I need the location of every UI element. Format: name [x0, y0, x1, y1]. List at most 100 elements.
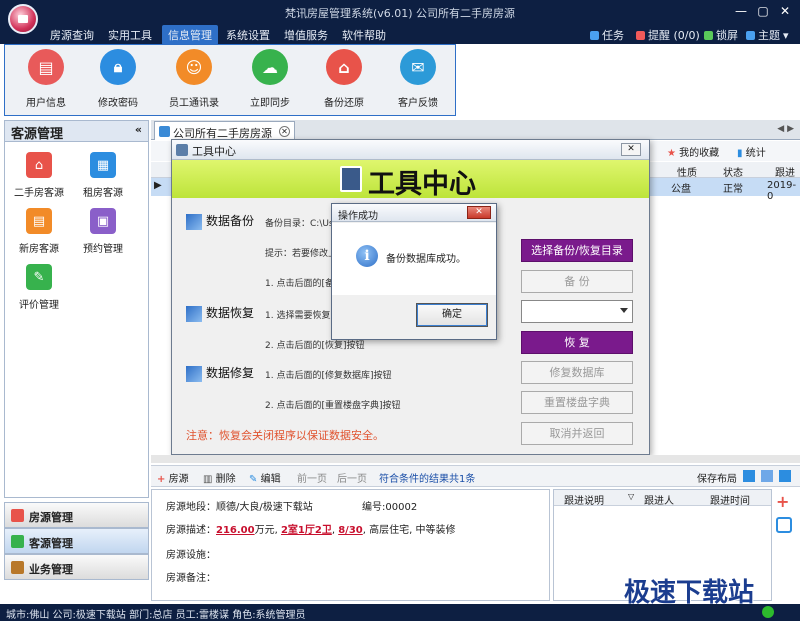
add-property-button[interactable]: + 房源 — [157, 470, 189, 485]
menu-item-tools[interactable]: 实用工具 — [108, 27, 152, 43]
collapse-icon[interactable]: « — [135, 123, 142, 136]
statistics-button[interactable]: ▮ 统计 — [737, 144, 766, 159]
close-tab-icon[interactable]: ✕ — [279, 126, 290, 137]
layout-icon[interactable] — [779, 470, 791, 482]
pencil-icon: ✎ — [26, 264, 52, 290]
staff-directory-button[interactable]: ☺ 员工通讯录 — [159, 49, 229, 109]
status-bar: 城市:佛山 公司:极速下载站 部门:总店 员工:雷楼谋 角色:系统管理员 — [0, 604, 800, 621]
tool-icon — [176, 144, 188, 156]
column-header-follow-note[interactable]: 跟进说明 — [564, 492, 604, 507]
edit-icon: ✎ — [249, 474, 258, 485]
plus-icon: + — [157, 474, 166, 485]
task-button[interactable]: 任务 — [590, 27, 624, 43]
next-page-button[interactable]: 后一页 — [337, 470, 367, 485]
list-icon: ▤ — [26, 208, 52, 234]
info-icon: i — [356, 245, 378, 267]
menu-item-help[interactable]: 软件帮助 — [342, 27, 386, 43]
maximize-button[interactable]: ▢ — [754, 3, 772, 19]
change-password-button[interactable]: 🔒︎ 修改密码 — [83, 49, 153, 109]
menu-item-value-added[interactable]: 增值服务 — [284, 27, 328, 43]
close-dialog-button[interactable]: ✕ — [621, 143, 641, 156]
delete-button[interactable]: ▥ 删除 — [203, 470, 236, 485]
property-detail-panel: 房源地段：顺德/大良/极速下载站 编号:00002 房源描述：216.00万元, … — [151, 489, 550, 601]
section-repair: 数据修复 — [186, 364, 254, 382]
reset-dictionary-button[interactable]: 重置楼盘字典 — [521, 391, 633, 414]
sidebar-item-new-house-clients[interactable]: ▤ 新房客源 — [9, 208, 69, 255]
reminder-button[interactable]: 提醒 (0/0) — [636, 27, 700, 43]
menu-item-property-query[interactable]: 房源查询 — [50, 27, 94, 43]
menu-item-info-management[interactable]: 信息管理 — [162, 25, 218, 45]
info-management-toolbar: ▤ 用户信息 🔒︎ 修改密码 ☺ 员工通讯录 ☁ 立即同步 ⌂ 备份还原 ✉ 客户反馈 — [4, 44, 456, 116]
nav-business-management[interactable]: 业务管理 — [4, 554, 149, 580]
shirt-icon — [746, 30, 755, 40]
tab-secondhand-listings[interactable]: 公司所有二手房房源 ✕ — [154, 121, 295, 140]
trash-icon: ▥ — [203, 474, 213, 485]
horizontal-scrollbar[interactable] — [151, 455, 800, 463]
sidebar-item-rental-clients[interactable]: ▦ 租房客源 — [73, 152, 133, 199]
save-layout-button[interactable]: 保存布局 — [697, 470, 737, 485]
close-dialog-button[interactable]: ✕ — [467, 206, 491, 219]
backup-file-select[interactable] — [521, 300, 633, 323]
building-icon: ▦ — [90, 152, 116, 178]
bell-icon — [636, 30, 645, 40]
house-icon: ⌂ — [326, 49, 362, 85]
house-icon: ⌂ — [26, 152, 52, 178]
sidebar-item-appointments[interactable]: ▣ 预约管理 — [73, 208, 133, 255]
column-header-follower[interactable]: 跟进人 — [644, 492, 674, 507]
nav-client-management[interactable]: 客源管理 — [4, 528, 149, 554]
backup-restore-button[interactable]: ⌂ 备份还原 — [309, 49, 379, 109]
document-icon: ▤ — [28, 49, 64, 85]
cancel-return-button[interactable]: 取消并返回 — [521, 422, 633, 445]
success-dialog-body: i 备份数据库成功。 — [332, 223, 496, 295]
database-icon — [340, 166, 362, 192]
sidebar-item-secondhand-clients[interactable]: ⌂ 二手房客源 — [9, 152, 69, 199]
customer-feedback-button[interactable]: ✉ 客户反馈 — [383, 49, 453, 109]
section-restore: 数据恢复 — [186, 304, 254, 322]
tip-text: 提示：若要修改上 — [265, 249, 338, 259]
menu-item-system-settings[interactable]: 系统设置 — [226, 27, 270, 43]
add-follow-icon[interactable]: + — [776, 494, 792, 511]
tool-center-titlebar: 工具中心 ✕ — [172, 140, 649, 160]
sync-now-button[interactable]: ☁ 立即同步 — [235, 49, 305, 109]
edit-button[interactable]: ✎ 编辑 — [249, 470, 281, 485]
pen-icon — [186, 305, 202, 322]
left-panel-title: 客源管理 — [11, 127, 64, 142]
column-header-follow[interactable]: 跟进 — [775, 164, 795, 179]
menu-bar: 房源查询 实用工具 信息管理 系统设置 增值服务 软件帮助 任务 提醒 (0/0… — [0, 24, 800, 45]
app-logo-icon — [8, 4, 38, 34]
nav-property-management[interactable]: 房源管理 — [4, 502, 149, 528]
chart-icon: ▮ — [737, 148, 743, 159]
column-header-type[interactable]: 性质 — [677, 164, 697, 179]
section-backup: 数据备份 — [186, 212, 254, 230]
close-button[interactable]: ✕ — [776, 3, 794, 19]
favorites-button[interactable]: ★ 我的收藏 — [667, 144, 719, 159]
sidebar-item-reviews[interactable]: ✎ 评价管理 — [9, 264, 69, 311]
column-header-status[interactable]: 状态 — [723, 164, 743, 179]
restore-step1-text: 1. 选择需要恢复的 — [265, 311, 340, 321]
backup-button[interactable]: 备 份 — [521, 270, 633, 293]
listing-toolbar: + 房源 ▥ 删除 ✎ 编辑 前一页 后一页 符合条件的结果共1条 保存布局 — [151, 465, 800, 487]
cloud-upload-icon: ☁ — [252, 49, 288, 85]
select-backup-dir-button[interactable]: 选择备份/恢复目录 — [521, 239, 633, 262]
repair-database-button[interactable]: 修复数据库 — [521, 361, 633, 384]
people-icon — [11, 535, 24, 548]
result-count: 符合条件的结果共1条 — [379, 474, 476, 485]
location-row: 房源地段：顺德/大良/极速下载站 编号:00002 — [166, 502, 418, 513]
remark-row: 房源备注： — [166, 573, 216, 584]
tab-scroll-arrows[interactable]: ◀ ▶ — [777, 124, 794, 134]
facility-row: 房源设施： — [166, 550, 216, 561]
layout-icon[interactable] — [743, 470, 755, 482]
user-info-button[interactable]: ▤ 用户信息 — [11, 49, 81, 109]
minimize-button[interactable]: — — [732, 3, 750, 19]
search-icon[interactable] — [776, 517, 792, 533]
prev-page-button[interactable]: 前一页 — [297, 470, 327, 485]
restore-button[interactable]: 恢 复 — [521, 331, 633, 354]
envelope-icon: ✉ — [400, 49, 436, 85]
lock-screen-button[interactable]: 锁屏 — [704, 27, 738, 43]
backup-step-text: 1. 点击后面的[备 — [265, 279, 334, 289]
layout-icon[interactable] — [761, 470, 773, 482]
client-source-panel: ⌂ 二手房客源 ▦ 租房客源 ▤ 新房客源 ▣ 预约管理 ✎ 评价管理 — [4, 142, 149, 498]
column-header-follow-time[interactable]: 跟进时间 — [710, 492, 750, 507]
theme-button[interactable]: 主题 ▾ — [746, 27, 789, 43]
ok-button[interactable]: 确定 — [416, 303, 488, 327]
